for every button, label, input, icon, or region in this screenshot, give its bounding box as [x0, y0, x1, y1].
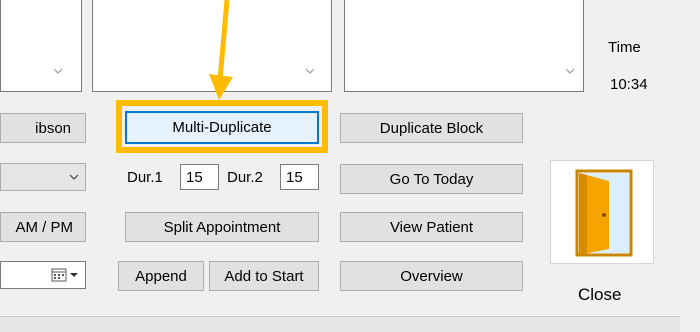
provider-combo[interactable]: [0, 163, 86, 191]
calendar-icon[interactable]: [51, 267, 81, 283]
dur2-input[interactable]: 15: [280, 164, 319, 190]
chevron-down-icon[interactable]: [563, 64, 577, 78]
dur2-label: Dur.2: [227, 169, 263, 186]
dur1-label: Dur.1: [127, 169, 163, 186]
time-label: Time: [608, 39, 641, 56]
time-value: 10:34: [610, 76, 648, 93]
overview-button[interactable]: Overview: [340, 261, 523, 291]
view-patient-button[interactable]: View Patient: [340, 212, 523, 242]
panel-bottom-border: [0, 316, 680, 332]
go-to-today-button[interactable]: Go To Today: [340, 164, 523, 194]
gibson-button[interactable]: ibson: [0, 113, 86, 143]
am-pm-button[interactable]: AM / PM: [0, 212, 86, 242]
door-exit-icon: [569, 169, 637, 257]
notes-textarea-right[interactable]: [344, 0, 584, 92]
dur1-input[interactable]: 15: [180, 164, 219, 190]
close-label: Close: [578, 285, 622, 304]
duplicate-block-button[interactable]: Duplicate Block: [340, 113, 523, 143]
chevron-down-icon[interactable]: [67, 170, 81, 184]
date-picker[interactable]: [0, 261, 86, 289]
arrow-annotation: [209, 0, 233, 100]
notes-textarea-left[interactable]: [0, 0, 82, 92]
multi-duplicate-button[interactable]: Multi-Duplicate: [125, 111, 319, 144]
chevron-down-icon[interactable]: [303, 64, 317, 78]
split-appointment-button[interactable]: Split Appointment: [125, 212, 319, 242]
add-to-start-button[interactable]: Add to Start: [209, 261, 319, 291]
chevron-down-icon[interactable]: [51, 64, 65, 78]
close-button[interactable]: [550, 160, 654, 264]
append-button[interactable]: Append: [118, 261, 204, 291]
